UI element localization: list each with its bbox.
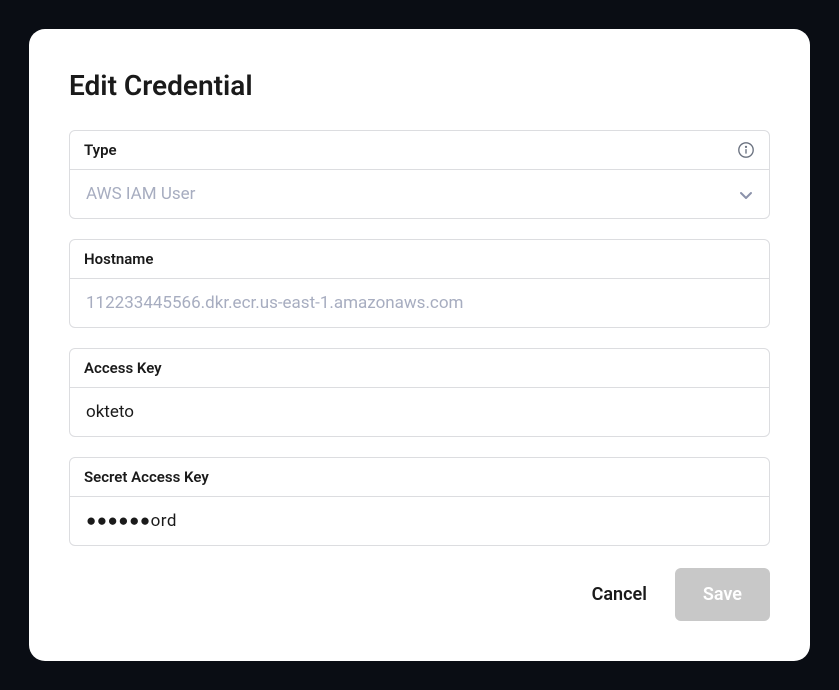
type-label-row: Type: [70, 131, 769, 170]
secret-access-key-input-row: ●●●●●●ord: [70, 497, 769, 545]
cancel-button[interactable]: Cancel: [592, 584, 647, 605]
hostname-input-row: [70, 279, 769, 327]
type-input-row: AWS IAM User: [70, 170, 769, 218]
hostname-input[interactable]: [70, 279, 769, 327]
secret-access-key-field-box: Secret Access Key ●●●●●●ord: [69, 457, 770, 546]
hostname-label-row: Hostname: [70, 240, 769, 279]
secret-access-key-label: Secret Access Key: [84, 468, 209, 486]
type-field-group: Type AWS IAM User: [69, 130, 770, 219]
save-button[interactable]: Save: [675, 568, 770, 621]
info-icon[interactable]: [737, 141, 755, 159]
access-key-field-box: Access Key: [69, 348, 770, 437]
hostname-field-group: Hostname: [69, 239, 770, 328]
access-key-input-row: [70, 388, 769, 436]
access-key-label-row: Access Key: [70, 349, 769, 388]
hostname-field-box: Hostname: [69, 239, 770, 328]
edit-credential-modal: Edit Credential Type AWS IAM User: [29, 29, 810, 661]
secret-access-key-label-row: Secret Access Key: [70, 458, 769, 497]
type-field-box: Type AWS IAM User: [69, 130, 770, 219]
secret-access-key-input[interactable]: ●●●●●●ord: [70, 497, 769, 545]
access-key-label: Access Key: [84, 359, 162, 377]
access-key-input[interactable]: [70, 388, 769, 436]
modal-title: Edit Credential: [69, 69, 770, 102]
access-key-field-group: Access Key: [69, 348, 770, 437]
modal-actions: Cancel Save: [69, 568, 770, 621]
type-select[interactable]: AWS IAM User: [70, 170, 769, 218]
type-label: Type: [84, 141, 117, 159]
secret-access-key-field-group: Secret Access Key ●●●●●●ord: [69, 457, 770, 546]
hostname-label: Hostname: [84, 250, 153, 268]
